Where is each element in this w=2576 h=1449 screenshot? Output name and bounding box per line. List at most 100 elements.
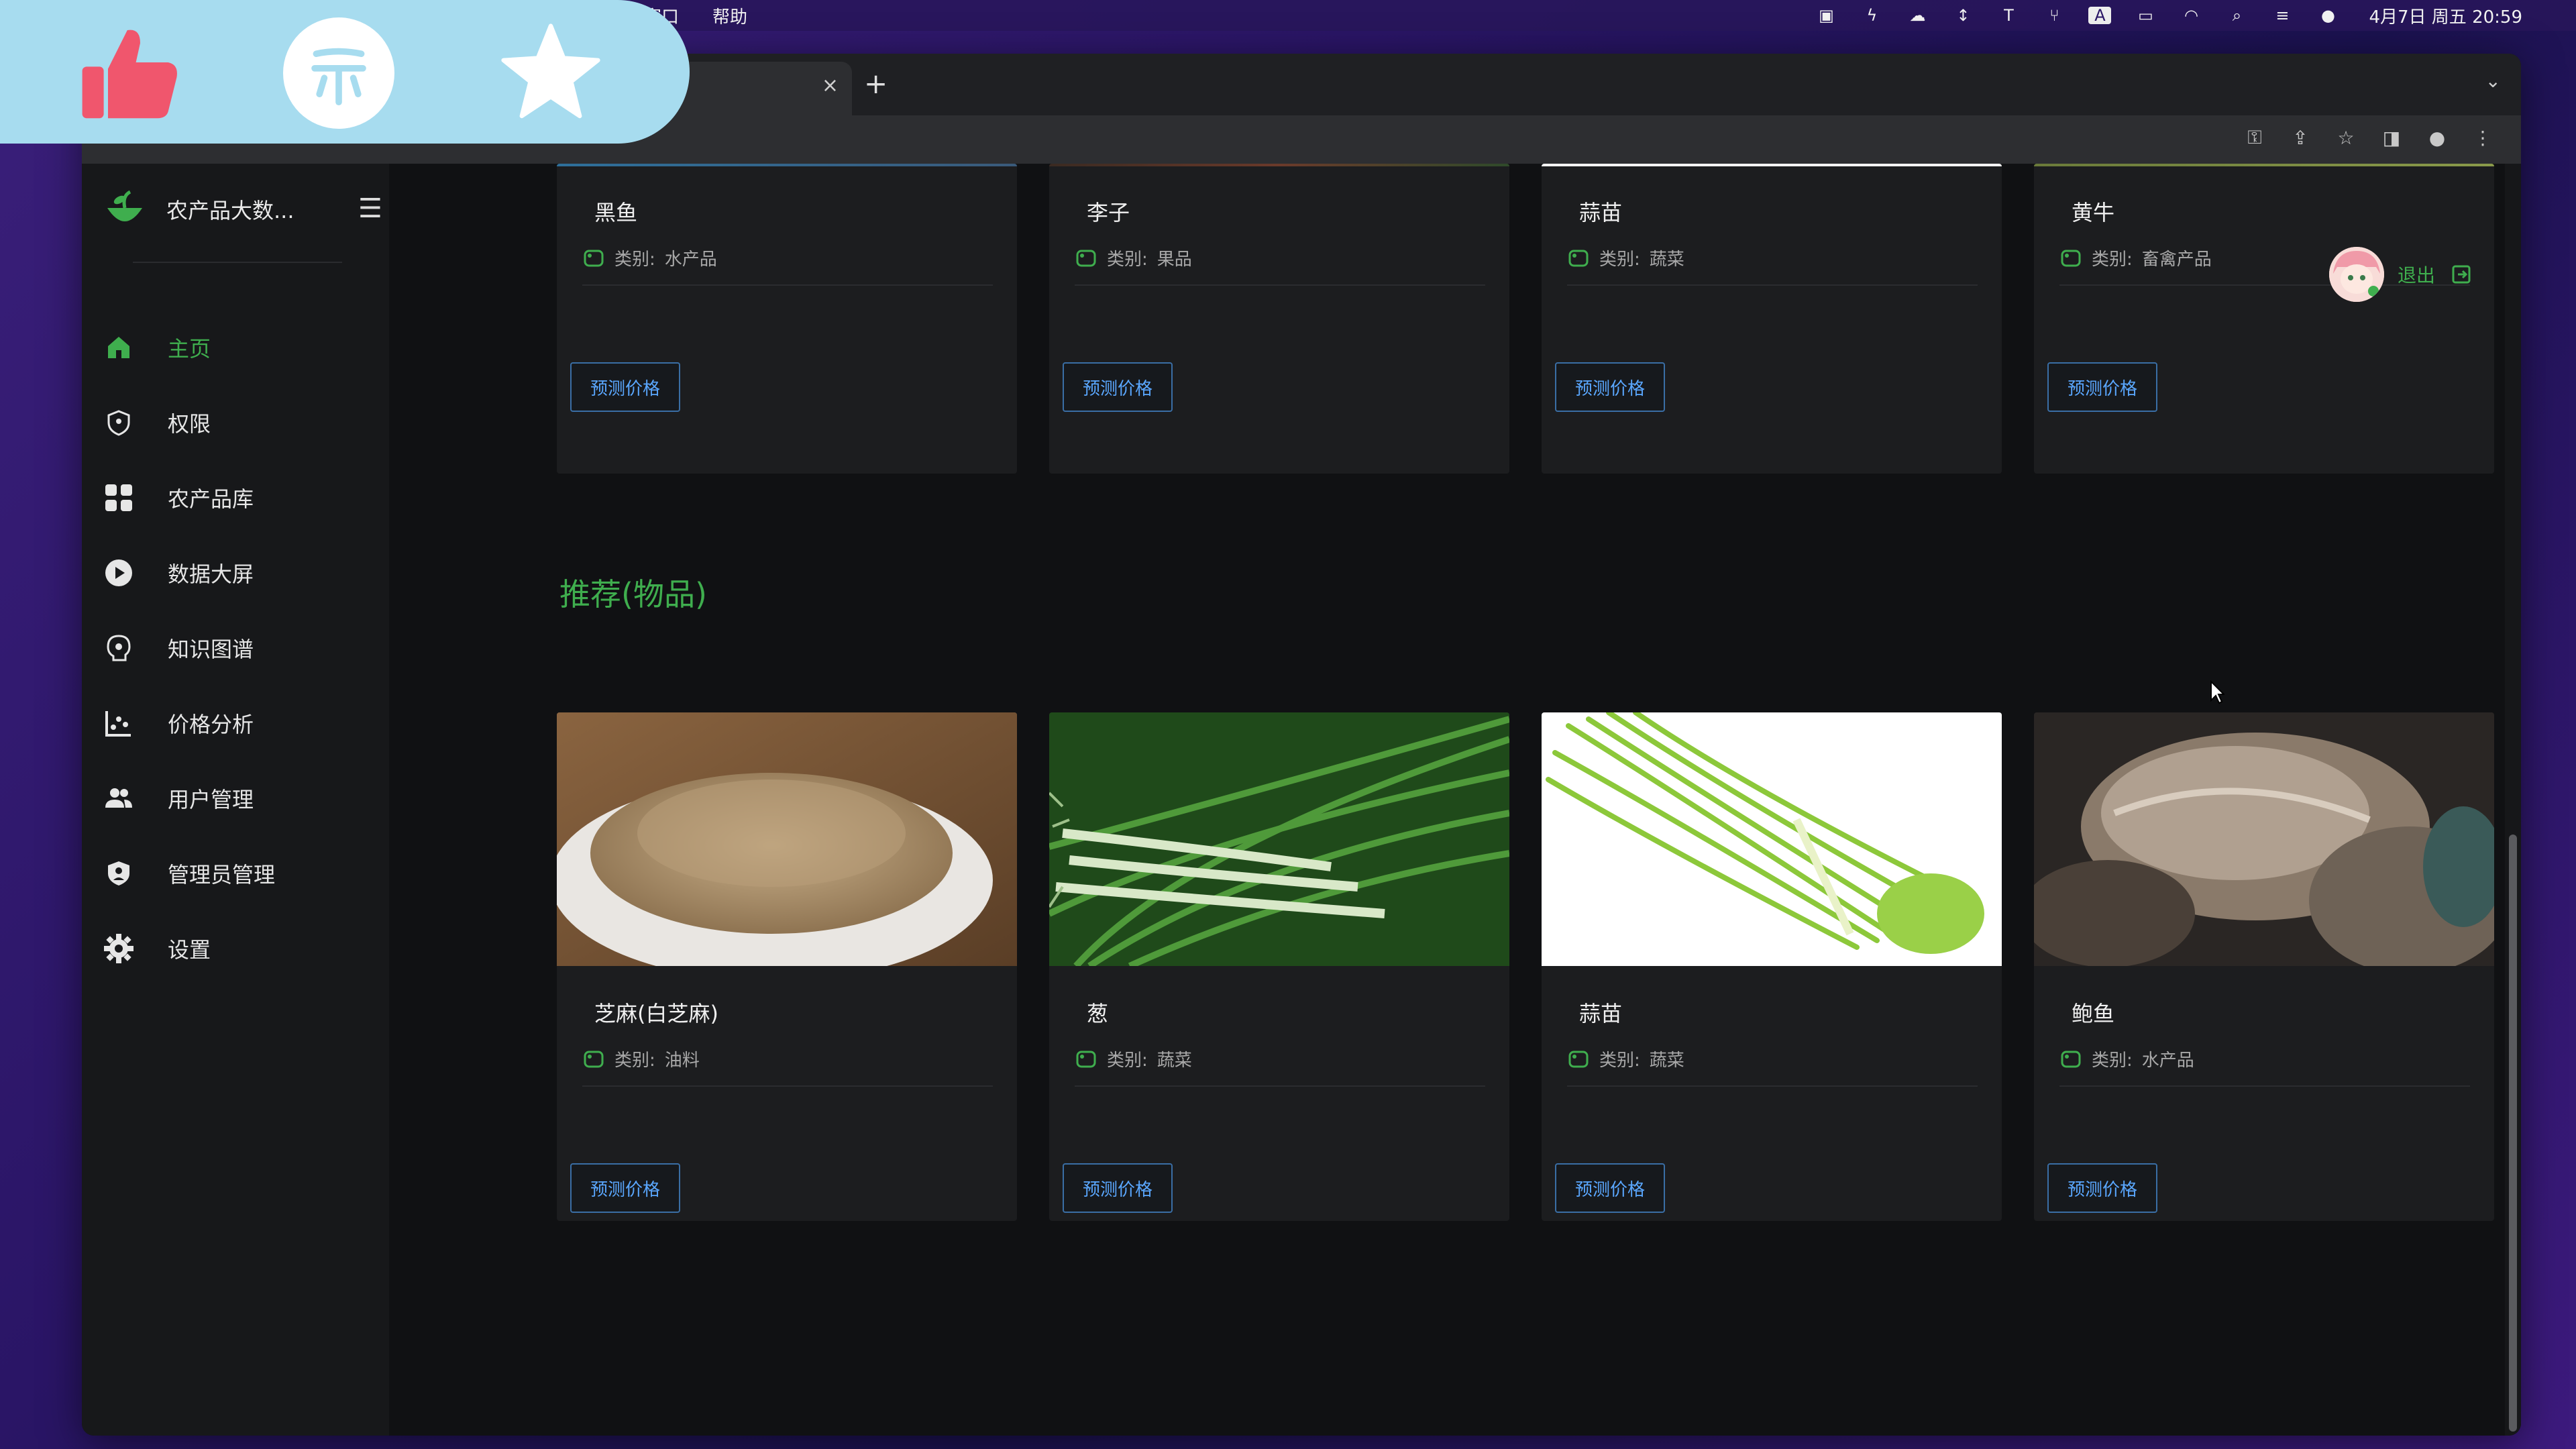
more-icon[interactable]: ⋮	[2471, 126, 2494, 149]
sidebar-item-data-screen[interactable]: 数据大屏	[82, 535, 389, 610]
cloud-icon[interactable]: ☁	[1906, 6, 1929, 25]
scrollbar[interactable]	[2505, 164, 2521, 1436]
category-value: 畜禽产品	[2141, 250, 2212, 270]
abalone-photo	[2034, 712, 2494, 974]
sidebar-item-user-management[interactable]: 用户管理	[82, 761, 389, 836]
sidebar-item-admin-management[interactable]: 管理员管理	[82, 836, 389, 911]
logout-button[interactable]: 退出	[2398, 261, 2471, 288]
camera-icon[interactable]: ▣	[1815, 6, 1837, 25]
admin-shield-icon	[102, 857, 136, 890]
sidebar-item-label: 权限	[168, 411, 211, 437]
divider	[2059, 1085, 2470, 1087]
users-icon	[102, 782, 136, 815]
sidebar-item-knowledge-graph[interactable]: 知识图谱	[82, 610, 389, 686]
predict-price-button[interactable]: 预测价格	[570, 362, 680, 412]
coin-icon[interactable]	[283, 17, 394, 129]
gear-icon	[102, 932, 136, 965]
product-card: 蒜苗 类别: 蔬菜 预测价格	[1542, 164, 2002, 474]
text-icon[interactable]: T	[1997, 6, 2020, 25]
category-label: 类别:	[2092, 250, 2133, 270]
product-category: 类别: 油料	[582, 1046, 700, 1071]
sidebar-item-permission[interactable]: 权限	[82, 385, 389, 460]
predict-price-button[interactable]: 预测价格	[1555, 362, 1665, 412]
key-icon[interactable]: ⚿	[2243, 126, 2266, 149]
tag-icon	[2061, 1051, 2081, 1067]
product-card: 黑鱼 类别: 水产品 预测价格	[557, 164, 1017, 474]
sidebar-nav: 主页 权限 农产品库 数据大屏 知识图谱 价格分析 用户管理 管理员管理 设置	[82, 310, 389, 986]
main-content: 黑鱼 类别: 水产品 预测价格 李子 类别: 果品 预测价格 蒜苗 类别: 蔬菜…	[389, 164, 2505, 1436]
brand-logo-icon	[107, 190, 142, 221]
sidebar-item-home[interactable]: 主页	[82, 310, 389, 385]
divider	[1567, 1085, 1978, 1087]
tag-icon	[584, 250, 604, 266]
siri-icon[interactable]: ●	[2316, 6, 2339, 25]
share-icon[interactable]: ⇪	[2289, 126, 2312, 149]
play-icon	[102, 556, 136, 590]
scrollbar-thumb[interactable]	[2509, 835, 2517, 1432]
star-icon[interactable]	[495, 17, 606, 129]
product-category: 类别: 畜禽产品	[2059, 246, 2212, 270]
profile-icon[interactable]: ●	[2426, 126, 2449, 149]
predict-price-button[interactable]: 预测价格	[570, 1163, 680, 1213]
control-center-icon[interactable]: ≡	[2271, 6, 2294, 25]
hamburger-menu-icon[interactable]: ☰	[358, 193, 382, 224]
product-card: 葱 类别: 蔬菜 预测价格	[1049, 712, 1509, 1221]
product-title: 鲍鱼	[2072, 1001, 2115, 1026]
product-card: 芝麻(白芝麻) 类别: 油料 预测价格	[557, 712, 1017, 1221]
divider	[1075, 284, 1485, 286]
new-tab-button[interactable]: +	[864, 67, 888, 100]
sidebar-item-settings[interactable]: 设置	[82, 911, 389, 986]
bookmark-star-icon[interactable]: ☆	[2334, 126, 2357, 149]
product-category: 类别: 水产品	[2059, 1046, 2194, 1071]
sesame-photo	[557, 712, 1017, 981]
input-a-icon[interactable]: A	[2088, 6, 2112, 25]
product-title: 葱	[1087, 1001, 1109, 1026]
close-tab-icon[interactable]: ×	[822, 74, 839, 97]
divider	[1567, 284, 1978, 286]
brand[interactable]: 农产品大数... ☰	[103, 188, 382, 231]
shield-icon	[102, 406, 136, 439]
menu-help[interactable]: 帮助	[712, 3, 747, 28]
arrow-icon[interactable]: ↕	[1951, 6, 1974, 25]
product-title: 李子	[1087, 200, 1130, 225]
browser-window: × + ⌄ ⚿ ⇪ ☆ ◨ ● ⋮ 农产品大数... ☰ 主页 权限 农产品库 …	[82, 54, 2521, 1436]
sidebar-item-label: 管理员管理	[168, 862, 276, 888]
predict-price-button[interactable]: 预测价格	[1063, 1163, 1173, 1213]
mouse-cursor-icon	[2210, 680, 2224, 704]
product-title: 芝麻(白芝麻)	[594, 1001, 718, 1026]
product-category: 类别: 水产品	[582, 246, 717, 270]
garlic-sprout-photo	[1542, 712, 2002, 966]
wifi-icon[interactable]: ◠	[2180, 6, 2202, 25]
sidebar-item-product-library[interactable]: 农产品库	[82, 460, 389, 535]
clock[interactable]: 4月7日 周五 20:59	[2369, 3, 2522, 28]
chart-icon	[102, 706, 136, 740]
tab-menu-icon[interactable]: ⌄	[2485, 70, 2501, 92]
predict-price-button[interactable]: 预测价格	[2047, 1163, 2157, 1213]
divider	[582, 1085, 993, 1087]
product-card: 李子 类别: 果品 预测价格	[1049, 164, 1509, 474]
tag-icon	[1076, 250, 1096, 266]
fork-icon[interactable]: ⑂	[2043, 6, 2065, 25]
category-value: 果品	[1157, 250, 1192, 270]
sidebar-item-label: 农产品库	[168, 486, 254, 512]
predict-price-button[interactable]: 预测价格	[1555, 1163, 1665, 1213]
battery-icon[interactable]: ▭	[2134, 6, 2157, 25]
search-icon[interactable]: ⌕	[2225, 6, 2248, 25]
category-label: 类别:	[614, 250, 655, 270]
product-image	[557, 164, 1017, 166]
sidebar-item-label: 数据大屏	[168, 561, 254, 587]
predict-price-button[interactable]: 预测价格	[1063, 362, 1173, 412]
category-value: 水产品	[664, 250, 717, 270]
tag-icon	[1568, 1051, 1589, 1067]
predict-price-button[interactable]: 预测价格	[2047, 362, 2157, 412]
product-image	[1542, 164, 2002, 166]
logout-label: 退出	[2398, 264, 2436, 286]
lightning-icon[interactable]: ϟ	[1860, 6, 1883, 25]
sidebar-item-price-analysis[interactable]: 价格分析	[82, 686, 389, 761]
category-value: 水产品	[2141, 1051, 2194, 1071]
thumbs-up-icon[interactable]	[74, 17, 185, 129]
grid-icon	[102, 481, 136, 515]
avatar[interactable]	[2329, 247, 2384, 302]
scallion-photo	[1049, 712, 1509, 969]
sidebar-icon[interactable]: ◨	[2380, 126, 2403, 149]
